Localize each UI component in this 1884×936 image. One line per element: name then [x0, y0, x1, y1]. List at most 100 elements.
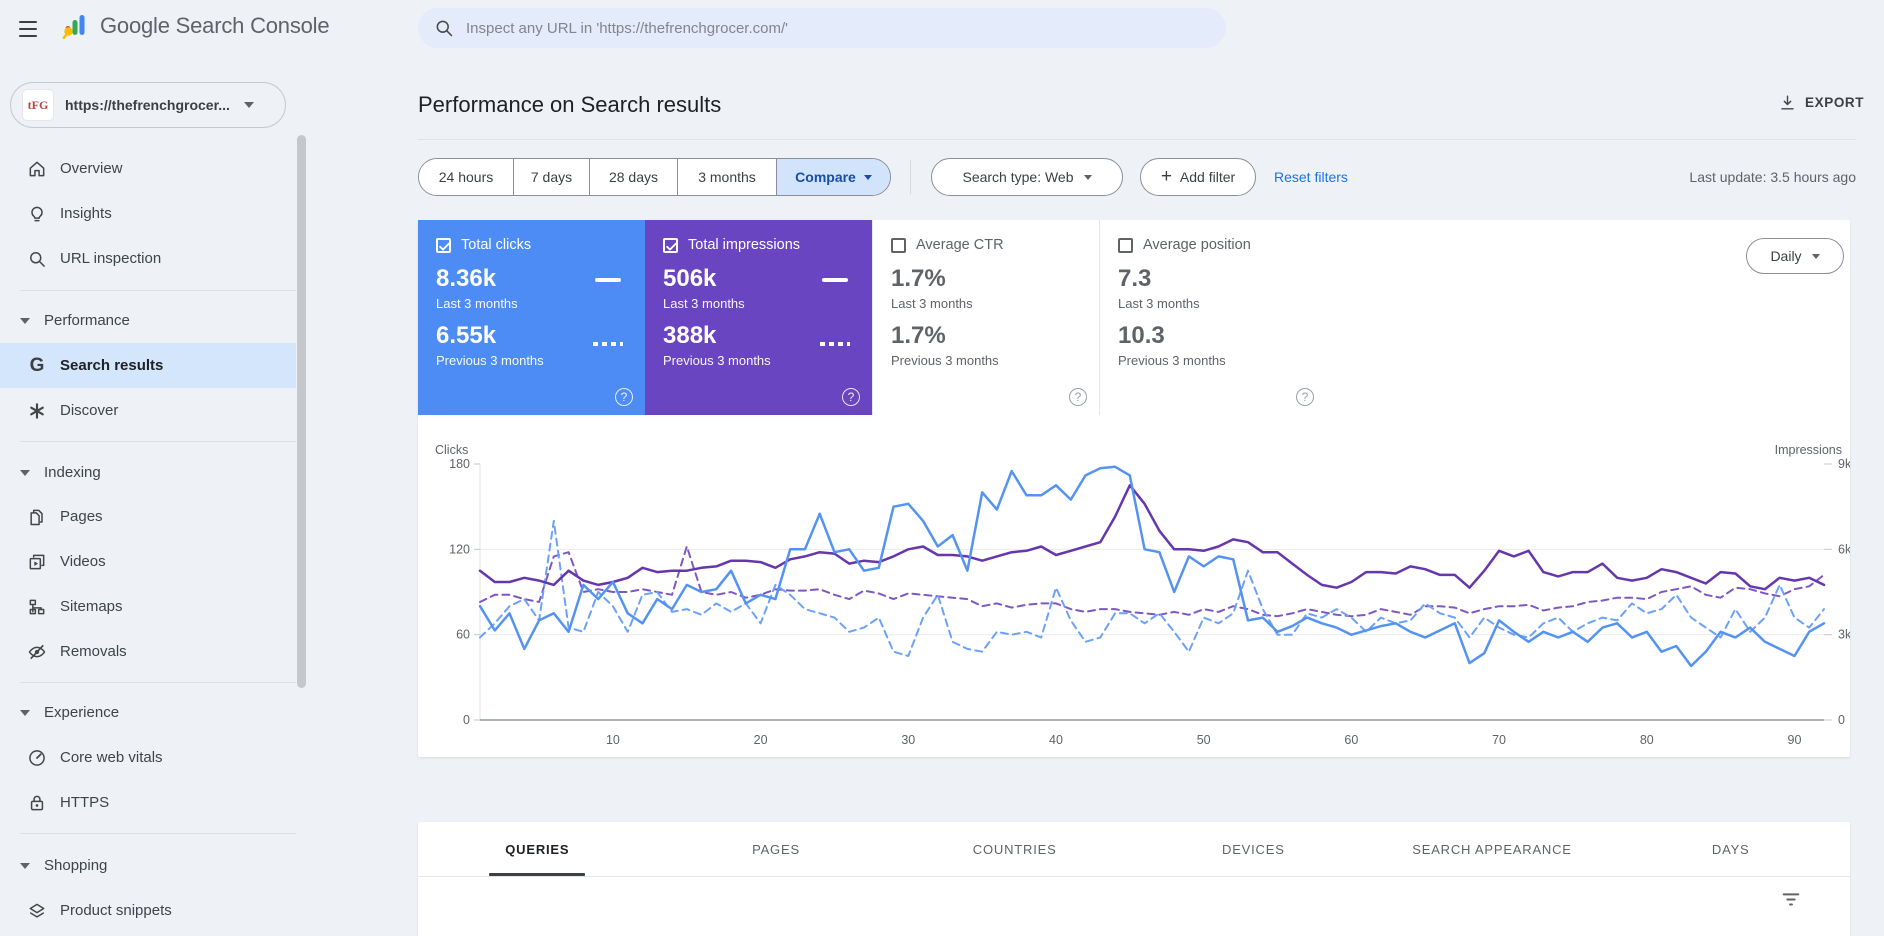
google-g-icon: G [29, 354, 45, 376]
top-bar: Google Search Console Inspect any URL in… [0, 0, 1884, 56]
layers-icon [26, 900, 48, 922]
help-icon[interactable]: ? [1296, 388, 1314, 406]
sidebar-item-overview[interactable]: Overview [0, 146, 296, 191]
tab-search-appearance[interactable]: SEARCH APPEARANCE [1373, 822, 1612, 876]
tab-queries[interactable]: QUERIES [418, 822, 657, 876]
metric-previous-value: 10.3 [1118, 322, 1165, 349]
app-title: Google Search Console [100, 13, 330, 38]
sidebar-item-sitemaps[interactable]: Sitemaps [0, 584, 296, 629]
sidebar-divider [20, 833, 296, 834]
help-icon[interactable]: ? [615, 388, 633, 406]
sidebar-item-videos[interactable]: Videos [0, 539, 296, 584]
page-title: Performance on Search results [418, 92, 722, 117]
range-28-days[interactable]: 28 days [589, 159, 677, 195]
tabs-divider [418, 876, 1850, 877]
card-average-ctr[interactable]: Average CTR 1.7% Last 3 months 1.7% Prev… [872, 220, 1099, 415]
filter-separator [910, 160, 911, 194]
svg-text:10: 10 [606, 733, 620, 747]
metric-current-value: 1.7% [891, 265, 946, 292]
tab-devices[interactable]: DEVICES [1134, 822, 1373, 876]
sidebar-divider [20, 441, 296, 442]
svg-text:Clicks: Clicks [435, 443, 468, 457]
checkbox-checked-icon[interactable] [436, 237, 451, 253]
card-total-impressions[interactable]: Total impressions 506k Last 3 months 388… [645, 220, 872, 415]
tab-pages[interactable]: PAGES [657, 822, 896, 876]
search-console-logo-icon [62, 15, 85, 39]
sidebar-section-experience[interactable]: Experience [0, 690, 296, 735]
speedometer-icon [26, 747, 48, 769]
hamburger-menu-icon[interactable] [14, 16, 42, 40]
svg-text:0: 0 [463, 713, 470, 727]
sidebar-section-performance[interactable]: Performance [0, 298, 296, 343]
tab-countries[interactable]: COUNTRIES [895, 822, 1134, 876]
svg-text:60: 60 [456, 628, 470, 642]
sidebar-item-core-web-vitals[interactable]: Core web vitals [0, 735, 296, 780]
svg-text:40: 40 [1049, 733, 1063, 747]
range-24-hours[interactable]: 24 hours [419, 159, 513, 195]
sidebar-item-search-results[interactable]: G Search results [0, 343, 296, 388]
sidebar-item-url-inspection[interactable]: URL inspection [0, 236, 296, 281]
sidebar-item-insights[interactable]: Insights [0, 191, 296, 236]
search-input[interactable] [466, 19, 1186, 37]
property-favicon: tFG [23, 90, 53, 120]
chevron-down-icon [20, 469, 30, 476]
performance-line-chart[interactable]: Clicks Impressions 0 60 120 180 0 3k 6k 9k 10 20 30 4… [418, 436, 1850, 757]
svg-text:Impressions: Impressions [1775, 443, 1842, 457]
svg-text:80: 80 [1640, 733, 1654, 747]
app-logo[interactable]: Google Search Console [62, 13, 330, 39]
checkbox-unchecked-icon[interactable] [891, 237, 906, 253]
svg-text:70: 70 [1492, 733, 1506, 747]
svg-text:30: 30 [901, 733, 915, 747]
range-7-days[interactable]: 7 days [513, 159, 589, 195]
reset-filters-link[interactable]: Reset filters [1274, 169, 1348, 185]
property-selector[interactable]: tFG https://thefrenchgrocer... [10, 82, 286, 128]
metric-current-value: 7.3 [1118, 265, 1152, 292]
sidebar-item-pages[interactable]: Pages [0, 494, 296, 539]
sidebar-scrollbar[interactable] [297, 135, 306, 688]
home-icon [26, 158, 48, 180]
sidebar-item-discover[interactable]: Discover [0, 388, 296, 433]
last-update-text: Last update: 3.5 hours ago [1689, 169, 1856, 185]
sidebar-divider [20, 290, 296, 291]
sidebar-item-product-snippets[interactable]: Product snippets [0, 888, 296, 933]
search-type-chip[interactable]: Search type: Web [931, 158, 1123, 196]
add-filter-chip[interactable]: + Add filter [1140, 158, 1256, 196]
svg-text:6k: 6k [1838, 542, 1850, 556]
search-icon [436, 20, 453, 37]
sidebar-item-removals[interactable]: Removals [0, 629, 296, 674]
svg-text:180: 180 [449, 457, 470, 471]
sidebar-section-shopping[interactable]: Shopping [0, 843, 296, 888]
metric-previous-value: 1.7% [891, 322, 946, 349]
caret-down-icon [1811, 253, 1820, 259]
sidebar-section-indexing[interactable]: Indexing [0, 450, 296, 495]
svg-text:50: 50 [1197, 733, 1211, 747]
granularity-dropdown[interactable]: Daily [1746, 238, 1844, 274]
chart-series-2 [478, 484, 1826, 591]
chevron-down-icon [243, 102, 254, 108]
lock-icon [26, 792, 48, 814]
svg-text:90: 90 [1788, 733, 1802, 747]
svg-text:120: 120 [449, 542, 470, 556]
video-pages-icon [26, 551, 48, 573]
sidebar-item-https[interactable]: HTTPS [0, 780, 296, 825]
lightbulb-icon [26, 203, 48, 225]
sidebar-divider [20, 682, 296, 683]
checkbox-unchecked-icon[interactable] [1118, 237, 1133, 253]
range-3-months[interactable]: 3 months [677, 159, 776, 195]
chart-series-3 [479, 545, 1825, 618]
filter-list-icon[interactable] [1780, 888, 1802, 910]
tab-days[interactable]: DAYS [1611, 822, 1850, 876]
card-average-position[interactable]: Average position 7.3 Last 3 months 10.3 … [1099, 220, 1326, 415]
card-total-clicks[interactable]: Total clicks 8.36k Last 3 months 6.55k P… [418, 220, 645, 415]
dimensions-table-panel: QUERIES PAGES COUNTRIES DEVICES SEARCH A… [418, 822, 1850, 936]
caret-down-icon [863, 174, 872, 180]
discover-asterisk-icon [26, 400, 48, 422]
range-compare[interactable]: Compare [776, 159, 890, 195]
export-button[interactable]: EXPORT [1778, 93, 1864, 112]
help-icon[interactable]: ? [1069, 388, 1087, 406]
help-icon[interactable]: ? [842, 388, 860, 406]
magnifier-icon [26, 248, 48, 270]
url-inspect-searchbar[interactable] [418, 8, 1226, 48]
checkbox-checked-icon[interactable] [663, 237, 678, 253]
eye-off-icon [26, 641, 48, 663]
